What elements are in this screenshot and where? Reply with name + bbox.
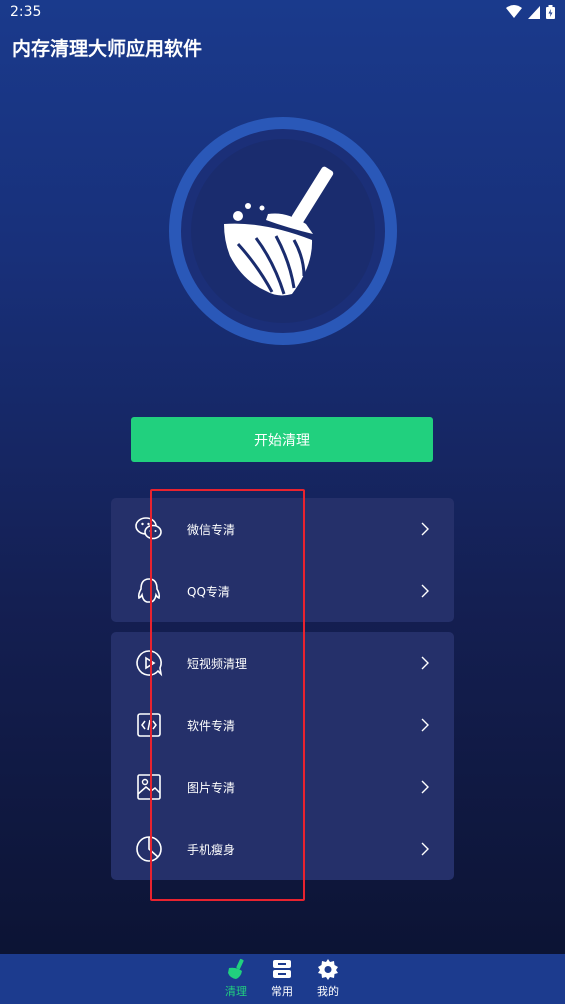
storage-icon bbox=[273, 960, 291, 978]
status-icons bbox=[506, 5, 555, 19]
list-item-phone-slim[interactable]: 手机瘦身 bbox=[111, 818, 454, 880]
page-title: 内存清理大师应用软件 bbox=[12, 38, 203, 60]
tab-mine[interactable]: 我的 bbox=[306, 958, 350, 1002]
broom-hero-graphic bbox=[168, 116, 398, 346]
bottom-tab-bar: 清理 常用 我的 bbox=[0, 954, 565, 1004]
code-icon bbox=[137, 713, 161, 737]
video-icon bbox=[136, 650, 163, 677]
broom-icon bbox=[228, 958, 244, 979]
chevron-right-icon bbox=[421, 842, 429, 856]
list-item-label: 手机瘦身 bbox=[187, 842, 236, 857]
battery-icon bbox=[546, 5, 555, 19]
list-item-wechat-clean[interactable]: 微信专清 bbox=[111, 498, 454, 560]
list-item-label: QQ专清 bbox=[187, 584, 230, 599]
list-item-label: 微信专清 bbox=[187, 522, 236, 537]
social-clean-card: 微信专清 QQ专清 bbox=[111, 498, 454, 622]
list-item-software-clean[interactable]: 软件专清 bbox=[111, 694, 454, 756]
status-time: 2:35 bbox=[10, 4, 42, 20]
list-item-qq-clean[interactable]: QQ专清 bbox=[111, 560, 454, 622]
list-item-label: 图片专清 bbox=[187, 780, 236, 795]
chevron-right-icon bbox=[421, 780, 429, 794]
list-item-image-clean[interactable]: 图片专清 bbox=[111, 756, 454, 818]
chevron-right-icon bbox=[421, 656, 429, 670]
status-bar: 2:35 bbox=[0, 0, 565, 24]
list-item-label: 软件专清 bbox=[187, 718, 236, 733]
tab-label: 常用 bbox=[271, 985, 293, 998]
tab-label: 清理 bbox=[225, 985, 247, 998]
media-clean-card: 短视频清理 软件专清 图片专清 手机瘦身 bbox=[111, 632, 454, 880]
wechat-icon bbox=[135, 517, 162, 540]
chevron-right-icon bbox=[421, 584, 429, 598]
list-item-short-video-clean[interactable]: 短视频清理 bbox=[111, 632, 454, 694]
wifi-icon bbox=[506, 5, 522, 18]
qq-icon bbox=[137, 578, 161, 603]
pie-chart-icon bbox=[136, 836, 162, 862]
image-icon bbox=[137, 774, 161, 800]
broom-icon bbox=[169, 117, 397, 345]
tab-common[interactable]: 常用 bbox=[260, 958, 304, 1002]
signal-icon bbox=[528, 5, 540, 19]
chevron-right-icon bbox=[421, 522, 429, 536]
tab-clean[interactable]: 清理 bbox=[214, 958, 258, 1002]
start-clean-button[interactable]: 开始清理 bbox=[131, 417, 433, 462]
chevron-right-icon bbox=[421, 718, 429, 732]
list-item-label: 短视频清理 bbox=[187, 656, 248, 671]
gear-icon bbox=[318, 959, 338, 980]
tab-label: 我的 bbox=[317, 985, 339, 998]
